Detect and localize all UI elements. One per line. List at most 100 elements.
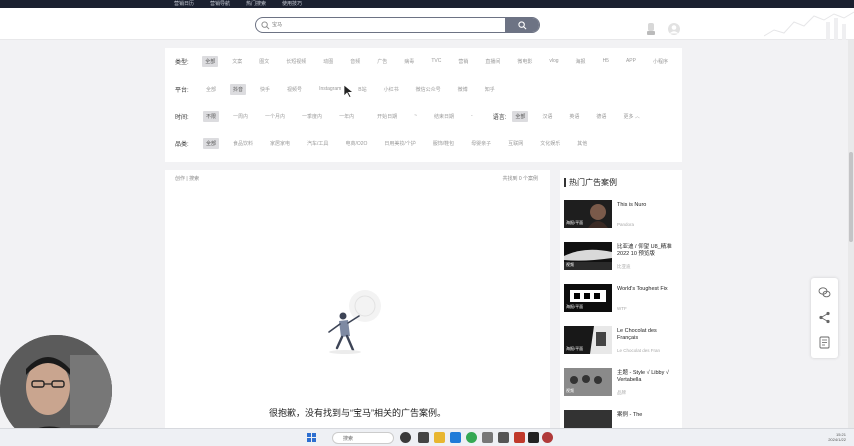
filter-label-language: 语言: bbox=[492, 114, 507, 121]
case-title: 主题 - Style √ Libby √ Vertabella bbox=[617, 370, 669, 383]
filter-option[interactable]: 德语 bbox=[593, 111, 609, 122]
filter-option[interactable]: 文化娱乐 bbox=[537, 138, 563, 149]
wechat-icon[interactable] bbox=[818, 286, 831, 299]
filter-option[interactable]: 汽车/工具 bbox=[304, 138, 331, 149]
filter-option[interactable]: Instagram bbox=[316, 84, 344, 94]
filter-option[interactable]: 动图 bbox=[320, 56, 336, 67]
hot-case-item[interactable]: 视频 比亚迪 / 仰望 U8_精准2022 10 预览版 比亚迪 bbox=[564, 242, 680, 272]
start-date-input[interactable]: 开始日期 bbox=[374, 111, 400, 122]
top-nav-link-calendar[interactable]: 营销日历 bbox=[174, 0, 194, 8]
filter-label-platform: 平台: bbox=[175, 87, 189, 94]
filter-option[interactable]: 全部 bbox=[202, 55, 219, 67]
vip-icon[interactable] bbox=[646, 22, 656, 36]
header-decoration-icon bbox=[764, 11, 854, 40]
filter-option[interactable]: 一季度内 bbox=[299, 111, 325, 122]
case-title: This is Nuro bbox=[617, 202, 647, 208]
filter-option[interactable]: 全部 bbox=[203, 137, 220, 149]
case-tag: 海报/平面 bbox=[566, 304, 584, 309]
app-icon[interactable] bbox=[514, 432, 525, 443]
filter-option[interactable]: 全部 bbox=[512, 110, 529, 122]
filter-option[interactable]: 直播间 bbox=[482, 56, 503, 67]
filter-option[interactable]: 图文 bbox=[256, 56, 272, 67]
system-clock[interactable]: 15:21 2024/1/22 bbox=[828, 432, 846, 442]
filter-option[interactable]: 营销 bbox=[455, 56, 471, 67]
app-icon[interactable] bbox=[542, 432, 553, 443]
text-tool-icon[interactable] bbox=[498, 432, 509, 443]
filter-option[interactable]: 日用美妆/个护 bbox=[381, 138, 418, 149]
filter-option[interactable]: 一个月内 bbox=[262, 111, 288, 122]
filter-option[interactable]: vlog bbox=[546, 56, 561, 66]
search-input[interactable] bbox=[272, 20, 472, 30]
filter-option[interactable]: B站 bbox=[355, 84, 369, 95]
page-scrollbar-thumb[interactable] bbox=[849, 152, 853, 242]
app-icon[interactable] bbox=[418, 432, 429, 443]
filter-option[interactable]: 全部 bbox=[203, 84, 219, 95]
clock-date: 2024/1/22 bbox=[828, 437, 846, 442]
app-icon[interactable] bbox=[528, 432, 539, 443]
empty-state-message: 很抱歉，没有找到与“宝马”相关的广告案例。 bbox=[269, 408, 446, 418]
filter-option[interactable]: 小红书 bbox=[381, 84, 402, 95]
app-icon[interactable] bbox=[400, 432, 411, 443]
filter-row-industry: 品类: 全部 食品饮料 家居家电 汽车/工具 电商/O2O 日用美妆/个护 服饰… bbox=[165, 136, 682, 150]
filter-option[interactable]: 英语 bbox=[566, 111, 582, 122]
filter-option[interactable]: 广告 bbox=[374, 56, 390, 67]
hot-case-item[interactable]: 海报/平面 This is Nuro Pandora bbox=[564, 200, 680, 230]
filter-option[interactable]: 家居家电 bbox=[267, 138, 293, 149]
filter-option[interactable]: 服饰/鞋包 bbox=[430, 138, 457, 149]
user-avatar-icon[interactable] bbox=[666, 22, 682, 36]
result-count: 共找到 0 个案例 bbox=[502, 176, 538, 182]
folder-icon[interactable] bbox=[434, 432, 445, 443]
case-brand: WTF bbox=[617, 306, 627, 311]
feedback-icon[interactable] bbox=[818, 336, 831, 349]
case-thumbnail: 视频 bbox=[564, 368, 612, 396]
filter-option[interactable]: 知乎 bbox=[482, 84, 498, 95]
filter-option[interactable]: 海报 bbox=[573, 56, 589, 67]
filter-option[interactable]: 母婴亲子 bbox=[468, 138, 494, 149]
filter-option[interactable]: 汉语 bbox=[539, 111, 555, 122]
filter-option[interactable]: 微信公众号 bbox=[413, 84, 444, 95]
filter-option[interactable]: 长短视频 bbox=[283, 56, 309, 67]
top-nav-link-tips[interactable]: 使用技巧 bbox=[282, 0, 302, 8]
start-menu-icon[interactable] bbox=[306, 432, 317, 443]
filter-option[interactable]: 病毒 bbox=[401, 56, 417, 67]
filter-option[interactable]: 食品饮料 bbox=[230, 138, 256, 149]
filter-option[interactable]: 其他 bbox=[574, 138, 590, 149]
top-nav-links: 营销日历 营销导航 热门搜索 使用技巧 bbox=[174, 0, 302, 8]
filter-option[interactable]: 视频号 bbox=[284, 84, 305, 95]
filter-option[interactable]: 文案 bbox=[229, 56, 245, 67]
top-nav-link-nav[interactable]: 营销导航 bbox=[210, 0, 230, 8]
filter-option[interactable]: 快手 bbox=[257, 84, 273, 95]
filter-option[interactable]: 互联网 bbox=[505, 138, 526, 149]
top-nav-bar: 营销日历 营销导航 热门搜索 使用技巧 bbox=[0, 0, 854, 8]
filter-option[interactable]: 电商/O2O bbox=[342, 138, 370, 149]
filter-option[interactable]: 小程序 bbox=[650, 56, 671, 67]
filter-label-industry: 品类: bbox=[175, 141, 189, 148]
app-icon[interactable] bbox=[450, 432, 461, 443]
filter-option[interactable]: 抖音 bbox=[230, 83, 247, 95]
hot-case-item[interactable]: 海报/平面 Le Chocolat des Français Le Chocol… bbox=[564, 326, 680, 356]
language-more-toggle[interactable]: 更多 ︿ bbox=[620, 111, 642, 122]
browser-icon[interactable] bbox=[466, 432, 477, 443]
app-icon[interactable] bbox=[482, 432, 493, 443]
hot-case-item[interactable]: 视频 主题 - Style √ Libby √ Vertabella 品牌 bbox=[564, 368, 680, 398]
case-brand: 品牌 bbox=[617, 390, 626, 395]
filter-option[interactable]: 一年内 bbox=[336, 111, 357, 122]
filter-option[interactable]: 微博 bbox=[455, 84, 471, 95]
filter-option[interactable]: 一周内 bbox=[230, 111, 251, 122]
search-button[interactable] bbox=[505, 18, 539, 32]
case-brand: Pandora bbox=[617, 222, 635, 227]
filter-option[interactable]: 微电影 bbox=[514, 56, 535, 67]
case-title: 案例 - The bbox=[617, 412, 643, 418]
taskbar-search[interactable]: 搜索 bbox=[332, 432, 394, 444]
search-icon bbox=[517, 20, 526, 29]
end-date-input[interactable]: 结束日期 bbox=[431, 111, 457, 122]
filter-option[interactable]: 音频 bbox=[347, 56, 363, 67]
top-nav-link-hot[interactable]: 热门搜索 bbox=[246, 0, 266, 8]
share-icon[interactable] bbox=[818, 311, 831, 324]
filter-option[interactable]: APP bbox=[623, 56, 639, 66]
case-tag: 海报/平面 bbox=[566, 346, 584, 351]
hot-case-item[interactable]: 海报/平面 World's Toughest Fix WTF bbox=[564, 284, 680, 314]
filter-option[interactable]: H5 bbox=[600, 56, 612, 66]
filter-option[interactable]: TVC bbox=[428, 56, 444, 66]
filter-option[interactable]: 不限 bbox=[203, 110, 220, 122]
